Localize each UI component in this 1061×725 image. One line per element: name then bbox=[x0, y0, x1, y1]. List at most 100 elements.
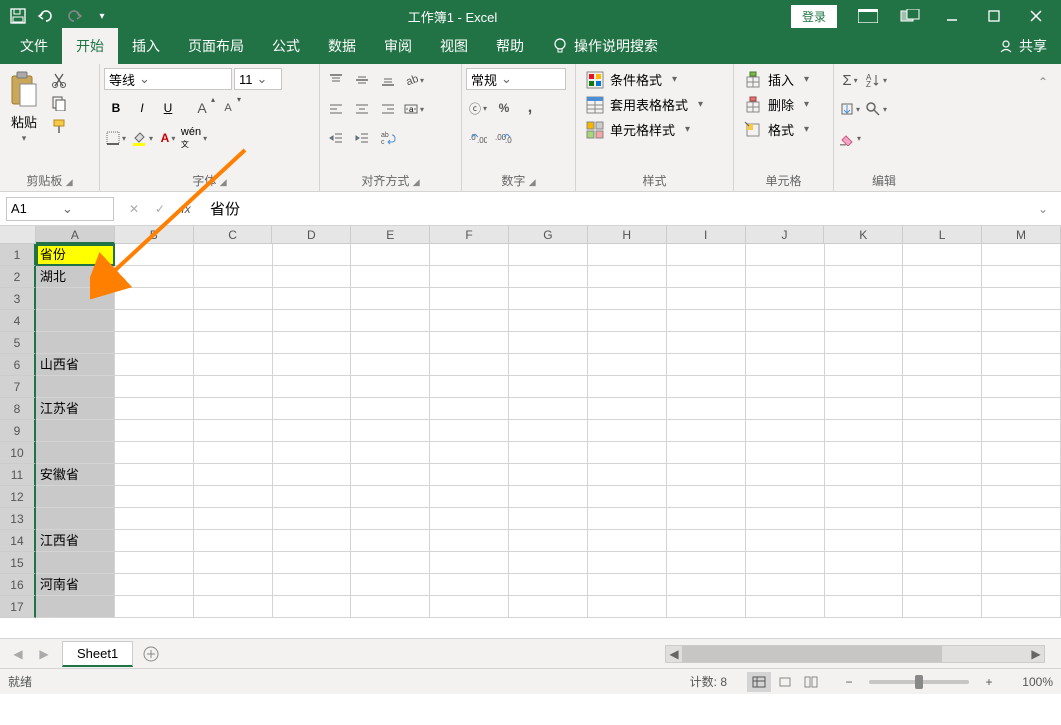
format-cells-button[interactable]: 格式▾ bbox=[738, 118, 815, 141]
cell[interactable] bbox=[194, 420, 273, 442]
cell[interactable] bbox=[667, 354, 746, 376]
cell[interactable] bbox=[273, 266, 352, 288]
cell[interactable] bbox=[825, 420, 904, 442]
expand-formula-bar-icon[interactable]: ⌄ bbox=[1031, 197, 1055, 221]
cell[interactable] bbox=[903, 574, 982, 596]
cell[interactable] bbox=[667, 596, 746, 618]
cell[interactable] bbox=[825, 332, 904, 354]
cell[interactable] bbox=[982, 354, 1061, 376]
row-header[interactable]: 8 bbox=[0, 398, 36, 420]
cell[interactable] bbox=[746, 288, 825, 310]
login-button[interactable]: 登录 bbox=[791, 5, 837, 28]
cell[interactable] bbox=[825, 486, 904, 508]
cell[interactable] bbox=[825, 508, 904, 530]
cell[interactable] bbox=[36, 508, 115, 530]
fill-color-icon[interactable] bbox=[130, 126, 154, 150]
cell[interactable] bbox=[588, 464, 667, 486]
cell[interactable] bbox=[194, 442, 273, 464]
comma-icon[interactable]: , bbox=[518, 96, 542, 120]
cell[interactable] bbox=[667, 530, 746, 552]
cell[interactable] bbox=[351, 376, 430, 398]
align-bottom-icon[interactable] bbox=[376, 68, 400, 92]
cell[interactable] bbox=[667, 244, 746, 266]
cell[interactable] bbox=[36, 552, 115, 574]
zoom-level[interactable]: 100% bbox=[1009, 675, 1053, 689]
tab-view[interactable]: 视图 bbox=[426, 28, 482, 64]
cell[interactable] bbox=[115, 552, 194, 574]
cell[interactable] bbox=[667, 420, 746, 442]
save-icon[interactable] bbox=[6, 4, 30, 28]
cell[interactable] bbox=[430, 574, 509, 596]
decrease-decimal-icon[interactable]: .00.0 bbox=[492, 126, 516, 150]
row-header[interactable]: 16 bbox=[0, 574, 36, 596]
font-size-combo[interactable]: 11⌄ bbox=[234, 68, 282, 90]
cell[interactable] bbox=[825, 552, 904, 574]
cell[interactable] bbox=[430, 464, 509, 486]
maximize-button[interactable] bbox=[973, 1, 1015, 31]
cell[interactable] bbox=[115, 266, 194, 288]
row-header[interactable]: 17 bbox=[0, 596, 36, 618]
cell[interactable] bbox=[667, 332, 746, 354]
cell[interactable] bbox=[509, 420, 588, 442]
cell[interactable] bbox=[430, 354, 509, 376]
scroll-left-icon[interactable]: ◀ bbox=[666, 646, 682, 662]
cell[interactable] bbox=[903, 266, 982, 288]
cell[interactable] bbox=[194, 310, 273, 332]
cell[interactable] bbox=[509, 288, 588, 310]
cell[interactable] bbox=[351, 420, 430, 442]
cell[interactable] bbox=[194, 508, 273, 530]
cell[interactable] bbox=[36, 376, 115, 398]
cell[interactable] bbox=[509, 244, 588, 266]
cell[interactable]: 省份 bbox=[36, 244, 115, 266]
cell[interactable] bbox=[351, 288, 430, 310]
cell[interactable] bbox=[982, 332, 1061, 354]
align-left-icon[interactable] bbox=[324, 97, 348, 121]
cell[interactable] bbox=[430, 310, 509, 332]
increase-indent-icon[interactable] bbox=[350, 126, 374, 150]
cell[interactable] bbox=[588, 266, 667, 288]
row-header[interactable]: 12 bbox=[0, 486, 36, 508]
col-header[interactable]: B bbox=[115, 226, 194, 244]
scroll-thumb[interactable] bbox=[682, 646, 942, 662]
orientation-icon[interactable]: ab bbox=[402, 68, 426, 92]
align-top-icon[interactable] bbox=[324, 68, 348, 92]
cell[interactable] bbox=[273, 508, 352, 530]
cell[interactable] bbox=[430, 420, 509, 442]
cell[interactable] bbox=[273, 376, 352, 398]
cell[interactable] bbox=[588, 376, 667, 398]
cell[interactable] bbox=[667, 398, 746, 420]
cell[interactable] bbox=[588, 420, 667, 442]
conditional-formatting-button[interactable]: 条件格式▾ bbox=[580, 68, 683, 91]
sort-filter-icon[interactable]: AZ bbox=[864, 68, 888, 92]
cell[interactable] bbox=[982, 266, 1061, 288]
cell[interactable] bbox=[825, 288, 904, 310]
cell[interactable] bbox=[903, 420, 982, 442]
cell[interactable] bbox=[667, 442, 746, 464]
cell[interactable] bbox=[351, 574, 430, 596]
cell[interactable] bbox=[194, 354, 273, 376]
name-box[interactable]: A1⌄ bbox=[6, 197, 114, 221]
cancel-formula-icon[interactable]: ✕ bbox=[122, 197, 146, 221]
delete-cells-button[interactable]: 删除▾ bbox=[738, 93, 815, 116]
cell[interactable] bbox=[982, 310, 1061, 332]
cell[interactable] bbox=[509, 574, 588, 596]
cell[interactable] bbox=[273, 596, 352, 618]
merge-center-icon[interactable]: a bbox=[402, 97, 426, 121]
select-all-corner[interactable] bbox=[0, 226, 36, 244]
cell[interactable] bbox=[982, 552, 1061, 574]
increase-decimal-icon[interactable]: .0.00 bbox=[466, 126, 490, 150]
cell[interactable] bbox=[982, 574, 1061, 596]
col-header[interactable]: F bbox=[430, 226, 509, 244]
cell[interactable] bbox=[903, 464, 982, 486]
cell[interactable] bbox=[746, 486, 825, 508]
enter-formula-icon[interactable]: ✓ bbox=[148, 197, 172, 221]
cell[interactable] bbox=[194, 332, 273, 354]
cell[interactable] bbox=[509, 442, 588, 464]
cell[interactable] bbox=[667, 486, 746, 508]
col-header[interactable]: I bbox=[667, 226, 746, 244]
cell[interactable] bbox=[825, 244, 904, 266]
currency-icon[interactable]: ⓒ bbox=[466, 96, 490, 120]
cell[interactable] bbox=[509, 508, 588, 530]
cell[interactable] bbox=[36, 332, 115, 354]
cell[interactable] bbox=[273, 486, 352, 508]
